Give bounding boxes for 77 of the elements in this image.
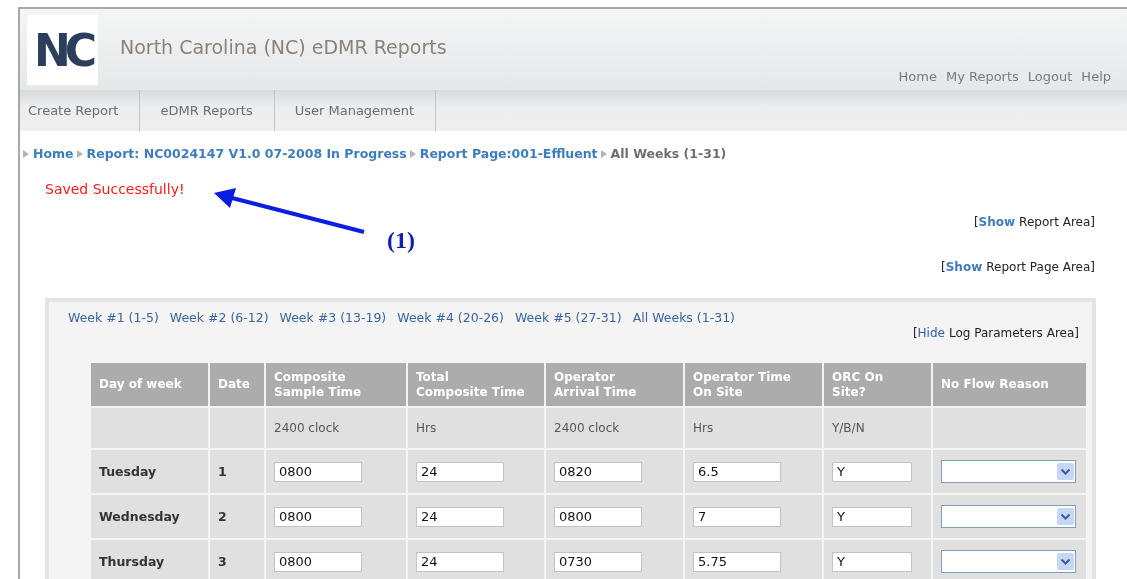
day-cell: Tuesday [91,450,208,493]
nav-tab[interactable]: eDMR Reports [140,90,275,131]
annotation-label: (1) [387,227,415,254]
input-field[interactable]: 5.75 [693,551,781,572]
unit-cell: Hrs [408,408,544,448]
column-header: Total Composite Time [408,363,544,406]
column-header: Date [210,363,264,406]
date-cell: 1 [210,450,264,493]
week-link[interactable]: Week #2 (6-12) [169,310,269,325]
hide-link[interactable]: Hide [917,326,945,340]
breadcrumb-arrow-icon [22,148,30,159]
nav-tab[interactable]: User Management [274,90,437,131]
breadcrumb-arrow-icon [75,148,84,159]
bracket: ] [1090,260,1095,274]
input-field[interactable]: Y [832,551,912,572]
header-link[interactable]: My Reports [945,69,1019,84]
show-link[interactable]: Show [945,260,983,274]
area-label: Log Parameters Area [948,326,1075,340]
breadcrumb-link[interactable]: Report Page:001-Effluent [419,146,598,161]
week-link[interactable]: Week #3 (13-19) [279,310,387,325]
area-label: Report Page Area [986,260,1091,274]
input-field[interactable]: 24 [416,551,504,572]
week-link[interactable]: Week #5 (27-31) [514,310,622,325]
week-link[interactable]: All Weeks (1-31) [632,310,735,325]
day-cell: Wednesday [91,495,208,538]
header-link[interactable]: Home [898,69,937,84]
bracket: [ [912,326,918,340]
header-link[interactable]: Logout [1027,69,1073,84]
input-field[interactable]: 24 [416,461,504,482]
bracket: [ [941,260,946,274]
breadcrumb-link[interactable]: Home [33,146,74,161]
reason-dropdown[interactable] [941,460,1076,483]
breadcrumb-link[interactable]: Report: NC0024147 V1.0 07-2008 In Progress [86,146,407,161]
week-link[interactable]: Week #1 (1-5) [68,310,159,325]
reason-dropdown[interactable] [941,505,1076,528]
header-link[interactable]: Help [1081,69,1111,84]
week-link[interactable]: Week #4 (20-26) [397,310,504,325]
chevron-down-icon [1057,508,1074,525]
reason-dropdown[interactable] [941,550,1076,573]
success-message: Saved Successfully! [45,181,186,197]
input-field[interactable]: 0800 [554,506,642,527]
breadcrumb-current: All Weeks (1-31) [610,146,727,161]
date-cell: 3 [210,540,264,579]
date-cell: 2 [210,495,264,538]
bracket: ] [1090,215,1095,229]
input-field[interactable]: Y [832,461,912,482]
input-field[interactable]: 6.5 [693,461,781,482]
unit-cell: Hrs [685,408,822,448]
input-field[interactable]: 0730 [554,551,642,572]
column-header: Operator Arrival Time [546,363,683,406]
input-field[interactable]: 0800 [274,551,362,572]
bracket: [ [973,215,979,229]
column-header: Day of week [91,363,208,406]
breadcrumb-arrow-icon [599,148,608,159]
site-title: North Carolina (NC) eDMR Reports [120,36,447,58]
input-field[interactable]: 0800 [274,461,362,482]
input-field[interactable]: 24 [416,506,504,527]
input-field[interactable]: 0800 [274,506,362,527]
nav-tab[interactable]: Create Report [20,90,141,131]
chevron-down-icon [1057,553,1074,570]
logo-icon: NC [27,15,98,85]
unit-cell: 2400 clock [546,408,683,448]
day-cell: Thursday [91,540,208,579]
column-header: ORC On Site? [824,363,931,406]
input-field[interactable]: Y [832,506,912,527]
column-header: Operator Time On Site [685,363,822,406]
chevron-down-icon [1057,463,1074,480]
column-header: No Flow Reason [933,363,1086,406]
input-field[interactable]: 0820 [554,461,642,482]
input-field[interactable]: 7 [693,506,781,527]
bracket: ] [1074,326,1079,340]
unit-cell: 2400 clock [266,408,406,448]
breadcrumb-arrow-icon [408,148,417,159]
area-label: Report Area [1019,215,1091,229]
column-header: Composite Sample Time [266,363,406,406]
unit-cell: Y/B/N [824,408,931,448]
show-link[interactable]: Show [978,215,1016,229]
